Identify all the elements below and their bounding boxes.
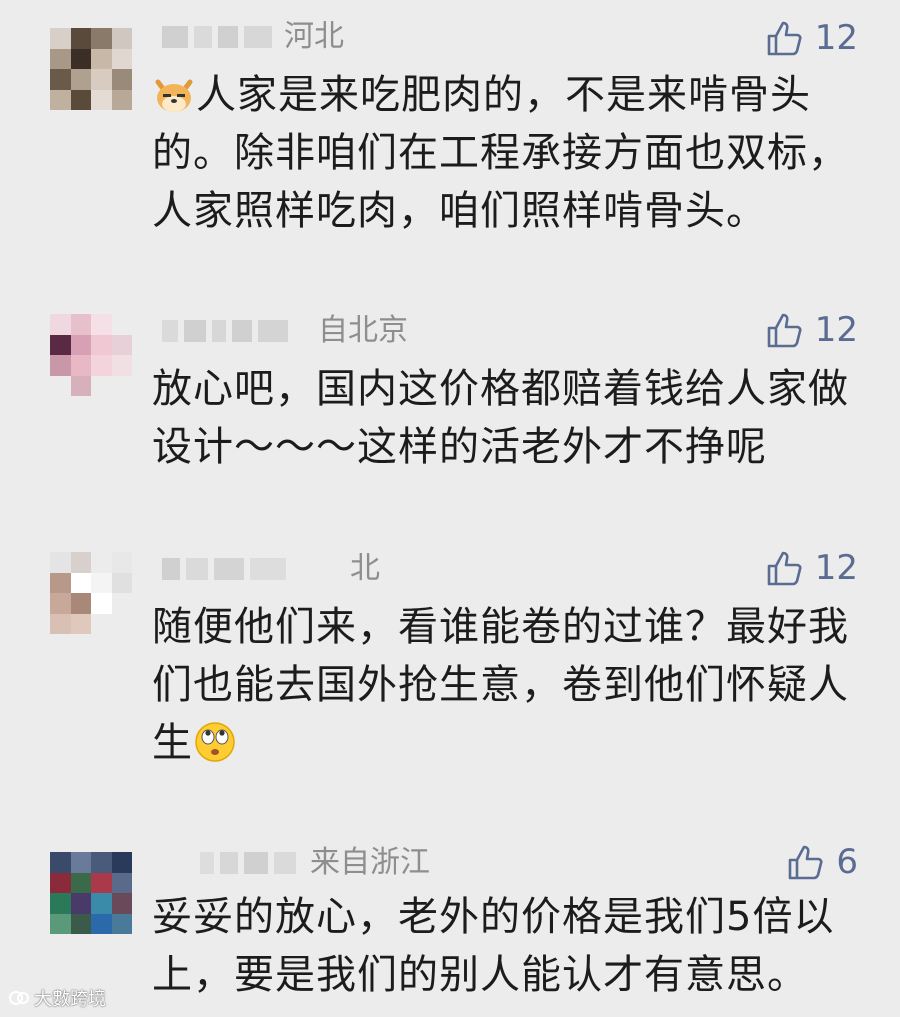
comment-line: 设计～～～这样的活老外才不挣呢	[152, 424, 767, 470]
thumbs-up-icon	[767, 313, 802, 348]
avatar[interactable]	[50, 852, 132, 934]
thumbs-up-icon	[767, 551, 802, 586]
comment-line: 放心吧，国内这价格都赔着钱给人家做	[152, 366, 849, 412]
comment-line: 人家是来吃肥肉的，不是来啃骨头	[152, 66, 862, 124]
thumbs-up-icon	[767, 21, 802, 56]
comment-line: 们也能去国外抢生意，卷到他们怀疑人	[152, 662, 849, 708]
comment-text: 随便他们来，看谁能卷的过谁？最好我 们也能去国外抢生意，卷到他们怀疑人 生	[152, 598, 862, 772]
username-blurred[interactable]	[200, 846, 296, 880]
watermark-logo-icon	[9, 991, 29, 1005]
username-blurred[interactable]	[162, 552, 286, 586]
rolling-eyes-emoji	[195, 722, 235, 762]
like-count: 12	[814, 548, 858, 588]
comment-line: 上，要是我们的别人能认才有意思。	[152, 952, 808, 998]
comment-line: 生	[152, 714, 862, 772]
comment-text: 妥妥的放心，老外的价格是我们5倍以 上，要是我们的别人能认才有意思。	[152, 888, 862, 1004]
comment-line: 随便他们来，看谁能卷的过谁？最好我	[152, 604, 849, 650]
watermark: 大數跨境	[8, 985, 106, 1011]
location-label: 河北	[284, 19, 344, 54]
comment-line: 的。除非咱们在工程承接方面也双标，	[152, 130, 849, 176]
like-button[interactable]: 12	[765, 310, 858, 350]
avatar[interactable]	[50, 552, 132, 634]
comment-line: 人家照样吃肉，咱们照样啃骨头。	[152, 188, 767, 234]
like-button[interactable]: 12	[765, 18, 858, 58]
watermark-text: 大數跨境	[34, 989, 106, 1010]
like-count: 12	[814, 18, 858, 58]
username-blurred[interactable]	[162, 314, 288, 348]
like-button[interactable]: 6	[786, 842, 858, 882]
thumbs-up-icon	[789, 845, 823, 880]
avatar[interactable]	[50, 314, 132, 396]
location-label: 自北京	[318, 313, 408, 348]
comment-text: 放心吧，国内这价格都赔着钱给人家做 设计～～～这样的活老外才不挣呢	[152, 360, 862, 476]
comment-text: 人家是来吃肥肉的，不是来啃骨头 的。除非咱们在工程承接方面也双标， 人家照样吃肉…	[152, 66, 862, 240]
location-label: 北	[350, 551, 380, 586]
avatar[interactable]	[50, 28, 132, 110]
location-label: 来自浙江	[310, 845, 430, 880]
like-button[interactable]: 12	[765, 548, 858, 588]
shiba-dog-emoji	[155, 79, 193, 112]
like-count: 6	[836, 842, 858, 882]
like-count: 12	[814, 310, 858, 350]
comment-line: 妥妥的放心，老外的价格是我们5倍以	[152, 894, 835, 940]
username-blurred[interactable]	[162, 20, 272, 54]
